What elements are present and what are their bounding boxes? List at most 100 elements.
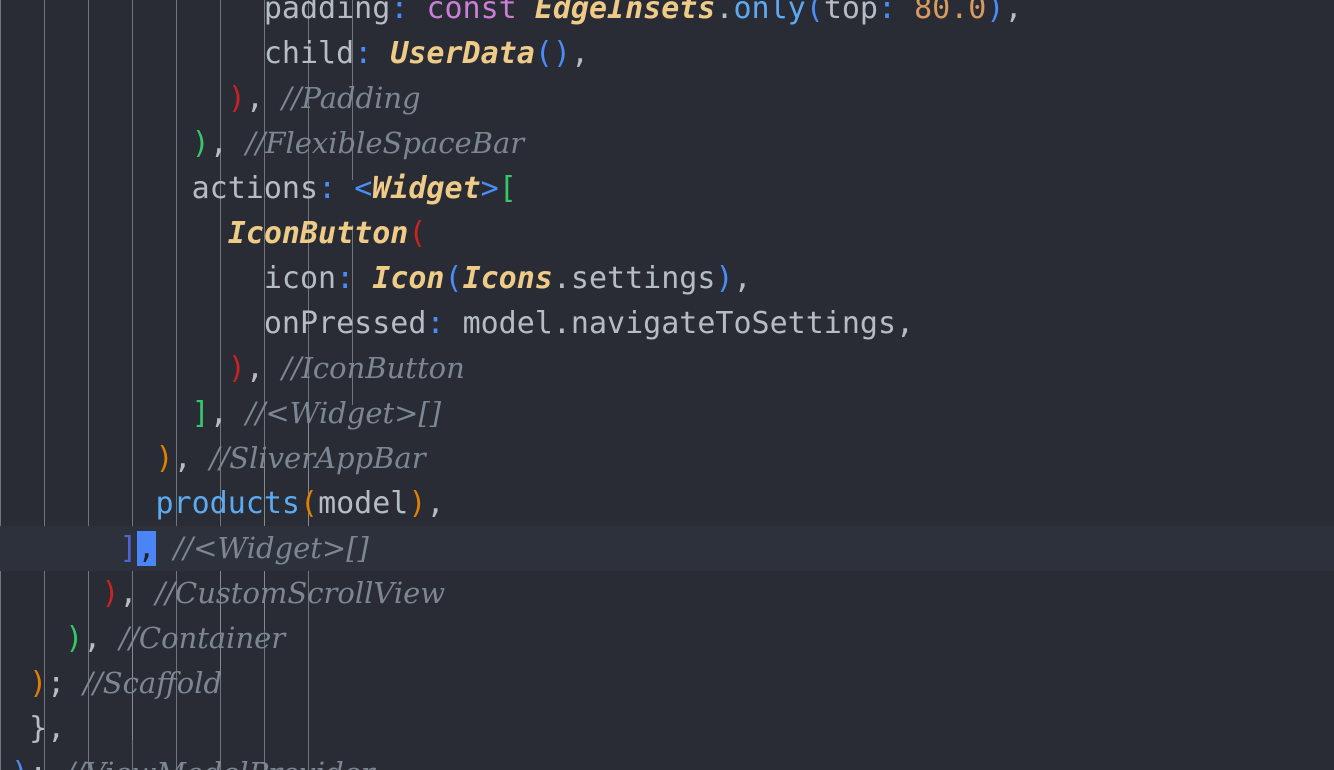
- line-actions-token-2: :: [318, 171, 337, 206]
- line-icon-token-8: ): [715, 261, 734, 296]
- line-close-iconbutton-token-4: //IconButton: [281, 351, 465, 385]
- line-child-token-5: (: [534, 36, 553, 71]
- line-padding-token-0: [11, 0, 264, 26]
- line-actions-token-0: [11, 171, 192, 206]
- line-products-token-3: model: [318, 486, 409, 521]
- line-close-flexiblespacebar-token-0: [11, 126, 192, 161]
- line-padding-token-15: ,: [1004, 0, 1023, 26]
- line-child-token-0: [11, 36, 264, 71]
- line-actions-token-4: <: [354, 171, 373, 206]
- line-close-scaffold-token-1: ): [29, 666, 48, 701]
- line-padding-token-7: .: [715, 0, 734, 26]
- line-close-scaffold-token-2: ;: [47, 666, 66, 701]
- line-onpressed-token-3: [445, 306, 463, 341]
- line-close-widget-list-inner-token-0: [11, 396, 192, 431]
- line-close-brace-token-2: ,: [47, 711, 66, 746]
- line-close-customscrollview-token-3: [137, 576, 155, 611]
- line-close-brace[interactable]: },: [0, 706, 1334, 751]
- line-icon-token-9: ,: [733, 261, 752, 296]
- line-close-iconbutton[interactable]: ), //IconButton: [0, 346, 1334, 391]
- line-padding-token-1: padding: [263, 0, 391, 26]
- line-close-iconbutton-token-1: ): [227, 351, 246, 386]
- line-close-container[interactable]: ), //Container: [0, 616, 1334, 661]
- line-close-widget-list-outer-token-4: //<Widget>[]: [173, 531, 369, 565]
- line-close-sliverappbar-token-4: //SliverAppBar: [209, 441, 426, 475]
- line-close-container-token-4: //Container: [119, 621, 286, 655]
- line-close-flexiblespacebar-token-4: //FlexibleSpaceBar: [245, 126, 525, 160]
- line-close-widget-list-outer-token-3: [156, 531, 174, 566]
- line-close-brace-token-0: [11, 711, 29, 746]
- line-close-widget-list-outer-token-1: ]: [119, 531, 138, 566]
- line-padding-token-5: [517, 0, 535, 26]
- line-close-padding-token-4: //Padding: [281, 81, 421, 115]
- line-icon[interactable]: icon: Icon(Icons.settings),: [0, 256, 1334, 301]
- line-close-brace-token-1: }: [29, 711, 48, 746]
- line-padding-token-12: [896, 0, 914, 26]
- line-iconbutton[interactable]: IconButton(: [0, 211, 1334, 256]
- line-close-padding-token-1: ): [227, 81, 246, 116]
- line-close-flexiblespacebar[interactable]: ), //FlexibleSpaceBar: [0, 121, 1334, 166]
- line-products[interactable]: products(model),: [0, 481, 1334, 526]
- line-onpressed-token-5: ,: [896, 306, 915, 341]
- line-child-token-7: ,: [570, 36, 589, 71]
- line-close-container-token-1: ): [65, 621, 84, 656]
- line-close-customscrollview[interactable]: ), //CustomScrollView: [0, 571, 1334, 616]
- line-padding-token-3: [408, 0, 426, 26]
- line-iconbutton-token-1: IconButton: [227, 216, 409, 251]
- line-products-token-0: [11, 486, 156, 521]
- line-close-widget-list-inner[interactable]: ], //<Widget>[]: [0, 391, 1334, 436]
- line-close-widget-list-inner-token-4: //<Widget>[]: [245, 396, 442, 430]
- line-onpressed-token-4: model.navigateToSettings: [462, 306, 897, 341]
- line-child-token-2: :: [354, 36, 373, 71]
- line-close-viewmodelprovider-token-2: [47, 756, 65, 770]
- line-padding-token-11: :: [878, 0, 897, 26]
- line-products-token-1: products: [155, 486, 301, 521]
- line-padding-token-6: EdgeInsets: [534, 0, 716, 26]
- line-actions-token-3: [336, 171, 354, 206]
- code-editor-viewport[interactable]: padding: const EdgeInsets.only(top: 80.0…: [0, 0, 1334, 770]
- line-child[interactable]: child: UserData(),: [0, 31, 1334, 76]
- line-icon-token-3: [354, 261, 372, 296]
- line-onpressed-token-0: [11, 306, 264, 341]
- line-close-customscrollview-token-1: ): [101, 576, 120, 611]
- line-close-sliverappbar[interactable]: ), //SliverAppBar: [0, 436, 1334, 481]
- line-icon-token-1: icon: [263, 261, 337, 296]
- line-close-widget-list-inner-token-1: ]: [191, 396, 210, 431]
- line-padding[interactable]: padding: const EdgeInsets.only(top: 80.0…: [0, 0, 1334, 31]
- line-actions-token-5: Widget: [372, 171, 481, 206]
- line-close-padding-token-3: [264, 81, 282, 116]
- line-close-padding[interactable]: ), //Padding: [0, 76, 1334, 121]
- line-padding-token-4: const: [426, 0, 517, 26]
- line-products-token-5: ,: [426, 486, 445, 521]
- line-onpressed-token-2: :: [426, 306, 445, 341]
- line-icon-token-6: Icons: [462, 261, 553, 296]
- line-close-scaffold-token-0: [11, 666, 29, 701]
- line-close-viewmodelprovider-token-3: //ViewModelProvider: [65, 756, 374, 770]
- line-close-customscrollview-token-2: ,: [119, 576, 138, 611]
- line-close-widget-list-outer[interactable]: ], //<Widget>[]: [0, 526, 1334, 571]
- line-close-viewmodelprovider[interactable]: ); //ViewModelProvider: [0, 751, 1334, 770]
- line-icon-token-2: :: [336, 261, 355, 296]
- line-child-token-3: [372, 36, 390, 71]
- line-child-token-6: ): [552, 36, 571, 71]
- line-actions-token-6: >: [480, 171, 499, 206]
- line-close-container-token-2: ,: [83, 621, 102, 656]
- line-padding-token-8: only: [733, 0, 806, 26]
- line-close-iconbutton-token-2: ,: [245, 351, 264, 386]
- line-close-container-token-3: [101, 621, 119, 656]
- line-actions[interactable]: actions: <Widget>[: [0, 166, 1334, 211]
- line-products-token-4: ): [408, 486, 427, 521]
- line-onpressed-token-1: onPressed: [263, 306, 427, 341]
- line-close-flexiblespacebar-token-2: ,: [209, 126, 228, 161]
- code-lines-container[interactable]: padding: const EdgeInsets.only(top: 80.0…: [0, 0, 1334, 770]
- line-close-scaffold-token-4: //Scaffold: [83, 666, 223, 700]
- line-close-widget-list-outer-token-0: [11, 531, 119, 566]
- line-icon-token-7: .settings: [552, 261, 716, 296]
- line-icon-token-5: (: [444, 261, 463, 296]
- line-padding-token-14: ): [986, 0, 1005, 26]
- line-close-scaffold[interactable]: ); //Scaffold: [0, 661, 1334, 706]
- line-onpressed[interactable]: onPressed: model.navigateToSettings,: [0, 301, 1334, 346]
- line-close-padding-token-2: ,: [245, 81, 264, 116]
- line-close-viewmodelprovider-token-0: ): [11, 756, 29, 770]
- line-actions-token-1: actions: [191, 171, 319, 206]
